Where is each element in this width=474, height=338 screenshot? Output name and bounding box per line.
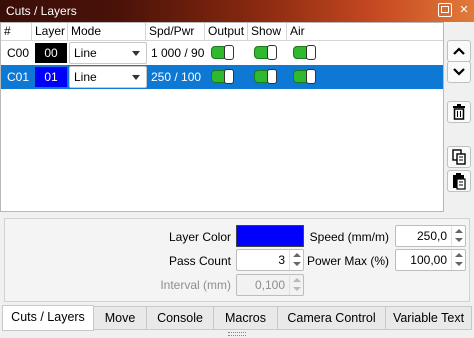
resize-grip-icon[interactable] [228,332,246,336]
row-code: C00 [7,46,30,60]
pass-count-value: 3 [278,253,285,267]
table-row-c01[interactable]: C01 01 Line 250 / 100 [1,65,443,89]
chevron-down-icon [132,51,140,56]
col-header-output[interactable]: Output [205,23,248,40]
air-toggle[interactable] [293,69,316,84]
move-down-button[interactable] [447,61,471,83]
pass-count-spinbox[interactable]: 3 [236,249,304,271]
layers-table: # Layer Mode Spd/Pwr Output Show Air C00… [0,22,444,212]
chevron-up-icon [453,47,465,55]
layer-properties-panel: Layer Color Pass Count 3 Interval (mm) 0… [4,218,470,302]
spin-down-icon[interactable] [293,262,301,266]
chevron-down-icon [453,68,465,76]
col-header-layer[interactable]: Layer [32,23,68,40]
paste-button[interactable] [447,170,471,192]
delete-button[interactable] [447,101,471,123]
tab-variable-text[interactable]: Variable Text [386,306,472,330]
col-header-show[interactable]: Show [248,23,287,40]
spin-up-icon[interactable] [455,229,463,233]
spd-pwr-value: 1 000 / 90 [151,46,205,60]
mode-value: Line [74,70,97,84]
air-toggle[interactable] [293,45,316,60]
tab-camera-control[interactable]: Camera Control [278,306,386,330]
power-max-spinbox[interactable]: 100,00 [395,249,466,271]
mode-value: Line [74,46,97,60]
close-icon[interactable]: × [456,1,472,19]
tab-move[interactable]: Move [94,306,147,330]
output-toggle[interactable] [211,45,234,60]
bottom-tab-bar: Cuts / Layers Move Console Macros Camera… [0,305,474,331]
speed-spinbox[interactable]: 250,0 [395,225,466,247]
tab-cuts-layers[interactable]: Cuts / Layers [2,305,94,331]
paste-icon [453,173,466,190]
spin-up-icon [293,278,301,282]
pass-count-label: Pass Count [168,254,231,268]
power-max-label: Power Max (%) [306,254,389,268]
speed-label: Speed (mm/m) [309,230,389,244]
move-up-button[interactable] [447,40,471,62]
spin-down-icon[interactable] [455,238,463,242]
col-header-mode[interactable]: Mode [68,23,146,40]
spd-pwr-value: 250 / 100 [151,70,202,84]
mode-dropdown[interactable]: Line [69,42,147,64]
interval-label: Interval (mm) [160,278,231,292]
layer-swatch[interactable]: 00 [35,43,67,63]
col-header-number[interactable]: # [1,23,32,40]
interval-spinbox: 0,100 [236,274,304,296]
spin-up-icon[interactable] [455,253,463,257]
window-titlebar: Cuts / Layers × [0,0,474,22]
spin-down-icon [293,287,301,291]
spin-up-icon[interactable] [293,253,301,257]
row-code: C01 [7,70,30,84]
window-title: Cuts / Layers [6,4,77,18]
chevron-down-icon [132,75,140,80]
output-toggle[interactable] [211,69,234,84]
show-toggle[interactable] [254,69,277,84]
tab-console[interactable]: Console [147,306,214,330]
layer-color-label: Layer Color [168,230,231,244]
float-window-icon[interactable] [438,3,452,17]
layer-color-picker[interactable] [236,225,304,247]
col-header-spd-pwr[interactable]: Spd/Pwr [146,23,205,40]
mode-dropdown[interactable]: Line [69,66,147,88]
col-header-air[interactable]: Air [287,23,443,40]
tab-macros[interactable]: Macros [214,306,278,330]
copy-button[interactable] [447,146,471,168]
power-max-value: 100,00 [410,253,447,267]
show-toggle[interactable] [254,45,277,60]
copy-icon [452,149,466,165]
speed-value: 250,0 [416,229,447,243]
spin-down-icon[interactable] [455,262,463,266]
trash-icon [453,104,465,120]
table-row-c00[interactable]: C00 00 Line 1 000 / 90 [1,41,443,65]
layer-swatch[interactable]: 01 [35,67,67,87]
interval-value: 0,100 [254,278,285,292]
